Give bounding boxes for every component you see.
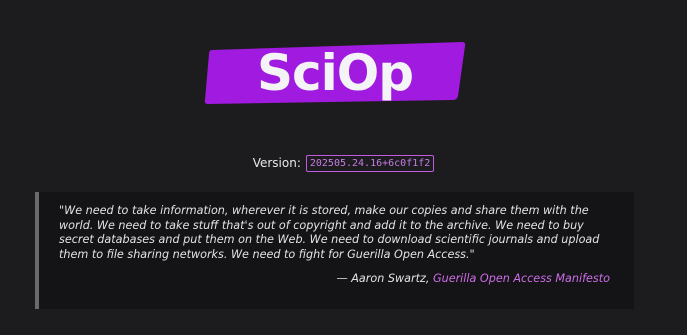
- version-row: Version: 202505.24.16+6c0f1f2: [0, 153, 687, 173]
- quote-block: "We need to take information, wherever i…: [35, 192, 634, 309]
- logo-text: SciOp: [256, 44, 414, 102]
- page: SciOp Version: 202505.24.16+6c0f1f2 "We …: [0, 0, 687, 335]
- attribution-author: — Aaron Swartz,: [336, 272, 433, 285]
- version-badge: 202505.24.16+6c0f1f2: [305, 154, 435, 172]
- quote-attribution: — Aaron Swartz, Guerilla Open Access Man…: [337, 272, 610, 286]
- version-label: Version:: [252, 156, 301, 170]
- quote-border: [35, 192, 39, 309]
- quote-text: "We need to take information, wherever i…: [59, 204, 600, 261]
- manifesto-link[interactable]: Guerilla Open Access Manifesto: [433, 272, 610, 285]
- sciop-logo[interactable]: SciOp: [204, 36, 466, 108]
